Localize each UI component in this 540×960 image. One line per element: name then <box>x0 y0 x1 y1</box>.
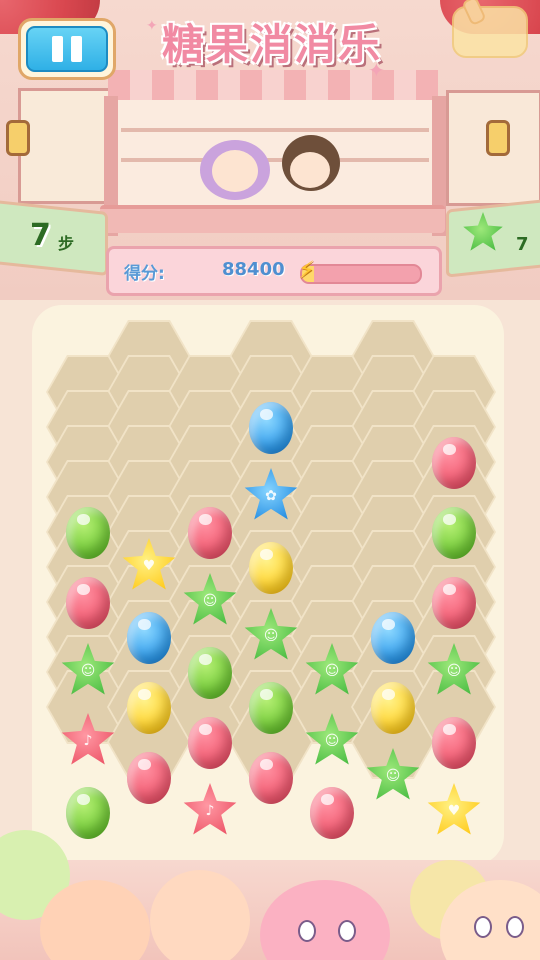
red-oval-candy[interactable] <box>188 717 232 769</box>
blue-oval-candy[interactable] <box>249 402 293 454</box>
pause-button-face <box>26 26 108 72</box>
score-progress-bar <box>300 264 422 284</box>
mascot-eye <box>298 920 316 942</box>
yellow-oval-candy[interactable] <box>127 682 171 734</box>
blue-oval-candy[interactable] <box>127 612 171 664</box>
shopkeeper-girl-face <box>212 150 258 192</box>
moves-panel <box>0 200 108 276</box>
mascot-eye <box>338 920 356 942</box>
red-oval-candy[interactable] <box>432 577 476 629</box>
blue-oval-candy[interactable] <box>371 612 415 664</box>
mascot-eye <box>474 916 492 938</box>
mascot-eye <box>506 916 524 938</box>
red-oval-candy[interactable] <box>432 437 476 489</box>
green-oval-candy[interactable] <box>66 787 110 839</box>
mascot-cat <box>150 870 250 960</box>
green-oval-candy[interactable] <box>66 507 110 559</box>
red-oval-candy[interactable] <box>432 717 476 769</box>
red-oval-candy[interactable] <box>66 577 110 629</box>
sparkle-icon: ✦ <box>146 18 158 34</box>
green-oval-candy[interactable] <box>432 507 476 559</box>
game-title: 糖果消消乐 <box>161 20 382 69</box>
yellow-oval-candy[interactable] <box>249 542 293 594</box>
red-oval-candy[interactable] <box>127 752 171 804</box>
score-label: 得分: <box>124 264 165 284</box>
shopkeeper-boy-face <box>290 152 330 188</box>
shelf <box>121 158 429 162</box>
green-oval-candy[interactable] <box>188 647 232 699</box>
shelf <box>121 128 429 132</box>
yellow-oval-candy[interactable] <box>371 682 415 734</box>
red-oval-candy[interactable] <box>249 752 293 804</box>
lamp-left-icon <box>6 120 30 156</box>
moves-count: 7 <box>30 218 51 253</box>
goal-count: 7 <box>516 234 529 255</box>
sparkle-icon: ✦ <box>368 58 385 82</box>
pause-button[interactable] <box>18 18 116 80</box>
bunny-icon[interactable] <box>452 6 528 58</box>
red-oval-candy[interactable] <box>310 787 354 839</box>
moves-unit: 步 <box>58 234 75 253</box>
red-oval-candy[interactable] <box>188 507 232 559</box>
lamp-right-icon <box>486 120 510 156</box>
score-value: 88400 <box>222 259 285 280</box>
green-oval-candy[interactable] <box>249 682 293 734</box>
game-scene: 糖果消消乐 ✦ ✦ 7 步 7 得分: 88400 ⚡ ✿ ♥ ☺ ☺ ☺ ☺ ☺ ♪ ☺ ☺ ♪ ♥ <box>0 0 540 960</box>
shop-window-left <box>18 88 114 204</box>
bolt-icon: ⚡ <box>298 256 315 284</box>
pause-icon <box>50 36 84 62</box>
shop-counter <box>100 205 445 233</box>
